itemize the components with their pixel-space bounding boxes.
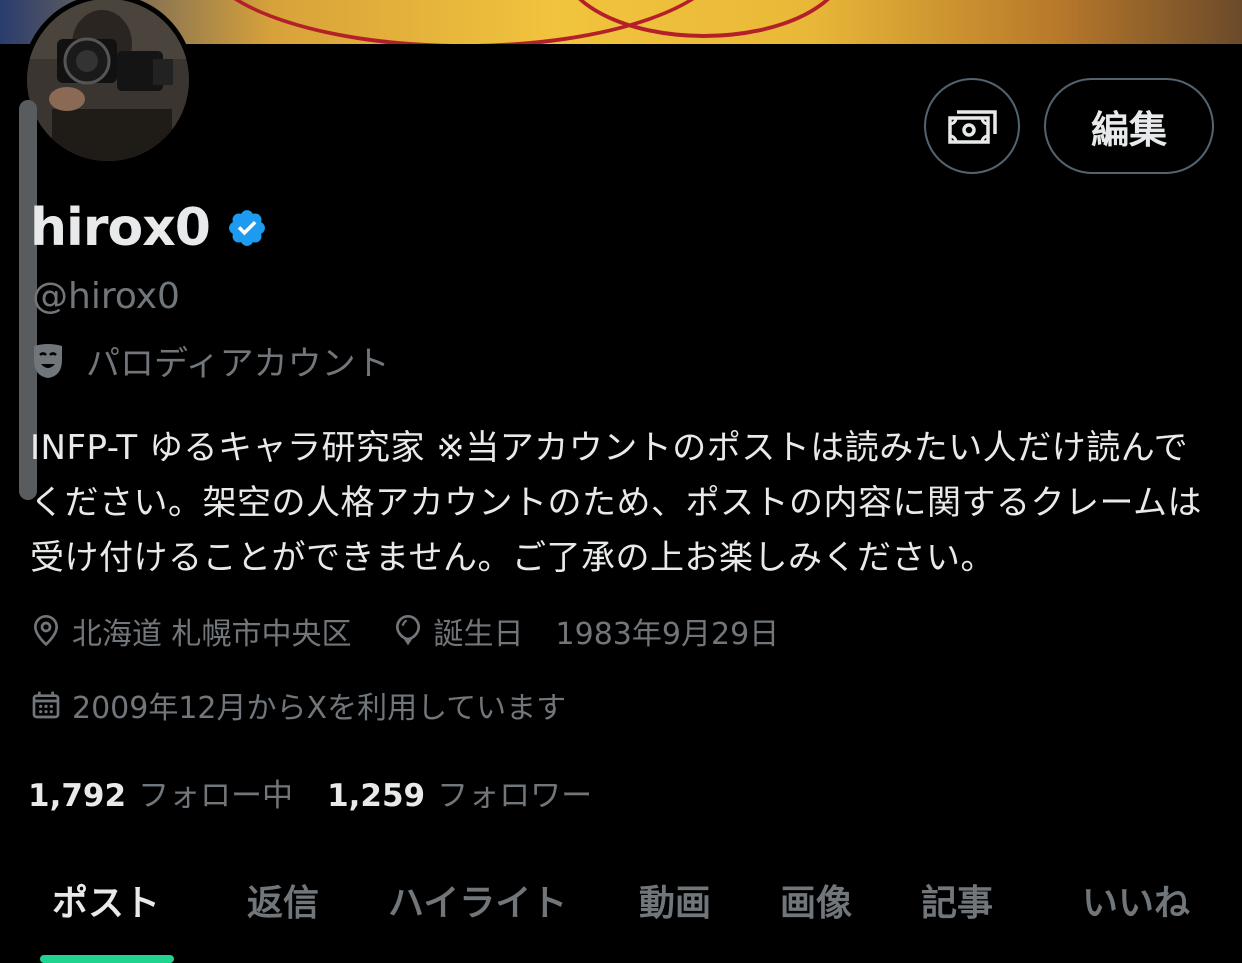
parody-label: パロディアカウント xyxy=(86,344,390,384)
follow-stats: 1,792 フォロー中 1,259 フォロワー xyxy=(28,770,592,815)
location-pin-icon xyxy=(33,614,59,647)
calendar-icon xyxy=(32,691,60,719)
followers-label: フォロワー xyxy=(437,778,593,814)
tab-images[interactable]: 画像 xyxy=(780,874,852,926)
profile-banner[interactable] xyxy=(0,0,1242,44)
edit-profile-button[interactable]: 編集 xyxy=(1044,78,1214,174)
tab-replies[interactable]: 返信 xyxy=(247,874,319,926)
birthday-label: 誕生日 xyxy=(433,617,524,652)
tab-articles[interactable]: 記事 xyxy=(921,874,993,926)
birthday-balloon-icon xyxy=(395,614,420,646)
followers-link[interactable]: 1,259 フォロワー xyxy=(327,770,592,815)
tab-posts[interactable]: ポスト xyxy=(52,874,160,926)
location: 北海道 札幌市中央区 xyxy=(30,609,352,653)
following-link[interactable]: 1,792 フォロー中 xyxy=(28,770,293,815)
money-button[interactable] xyxy=(924,78,1020,174)
tab-highlights[interactable]: ハイライト xyxy=(388,874,567,926)
profile-meta-row: 北海道 札幌市中央区 誕生日 1983年9月29日 xyxy=(30,609,779,653)
tab-videos[interactable]: 動画 xyxy=(639,874,711,926)
active-tab-indicator xyxy=(40,955,174,963)
avatar-photo xyxy=(27,0,189,161)
avatar[interactable] xyxy=(22,0,194,166)
profile-bio: INFP-T ゆるキャラ研究家 ※当アカウントのポストは読みたい人だけ読んでくだ… xyxy=(30,428,1202,578)
following-count: 1,792 xyxy=(28,778,127,814)
joined-text: 2009年12月からXを利用しています xyxy=(72,691,567,726)
tab-likes[interactable]: いいね xyxy=(1082,874,1190,926)
following-label: フォロー中 xyxy=(138,778,294,814)
location-text: 北海道 札幌市中央区 xyxy=(72,617,352,652)
verified-badge-icon[interactable] xyxy=(226,207,268,249)
joined-date: 2009年12月からXを利用しています xyxy=(30,683,566,727)
display-name-row: hirox0 xyxy=(30,196,268,260)
followers-count: 1,259 xyxy=(327,778,426,814)
parody-mask-icon xyxy=(34,343,62,378)
joined-row: 2009年12月からXを利用しています xyxy=(30,683,566,727)
birthday-date: 1983年9月29日 xyxy=(555,617,780,652)
user-handle: @hirox0 xyxy=(32,276,180,317)
parody-label-row: パロディアカウント xyxy=(32,336,390,385)
birthday: 誕生日 1983年9月29日 xyxy=(392,609,780,653)
display-name: hirox0 xyxy=(30,198,211,258)
money-icon xyxy=(948,110,997,144)
